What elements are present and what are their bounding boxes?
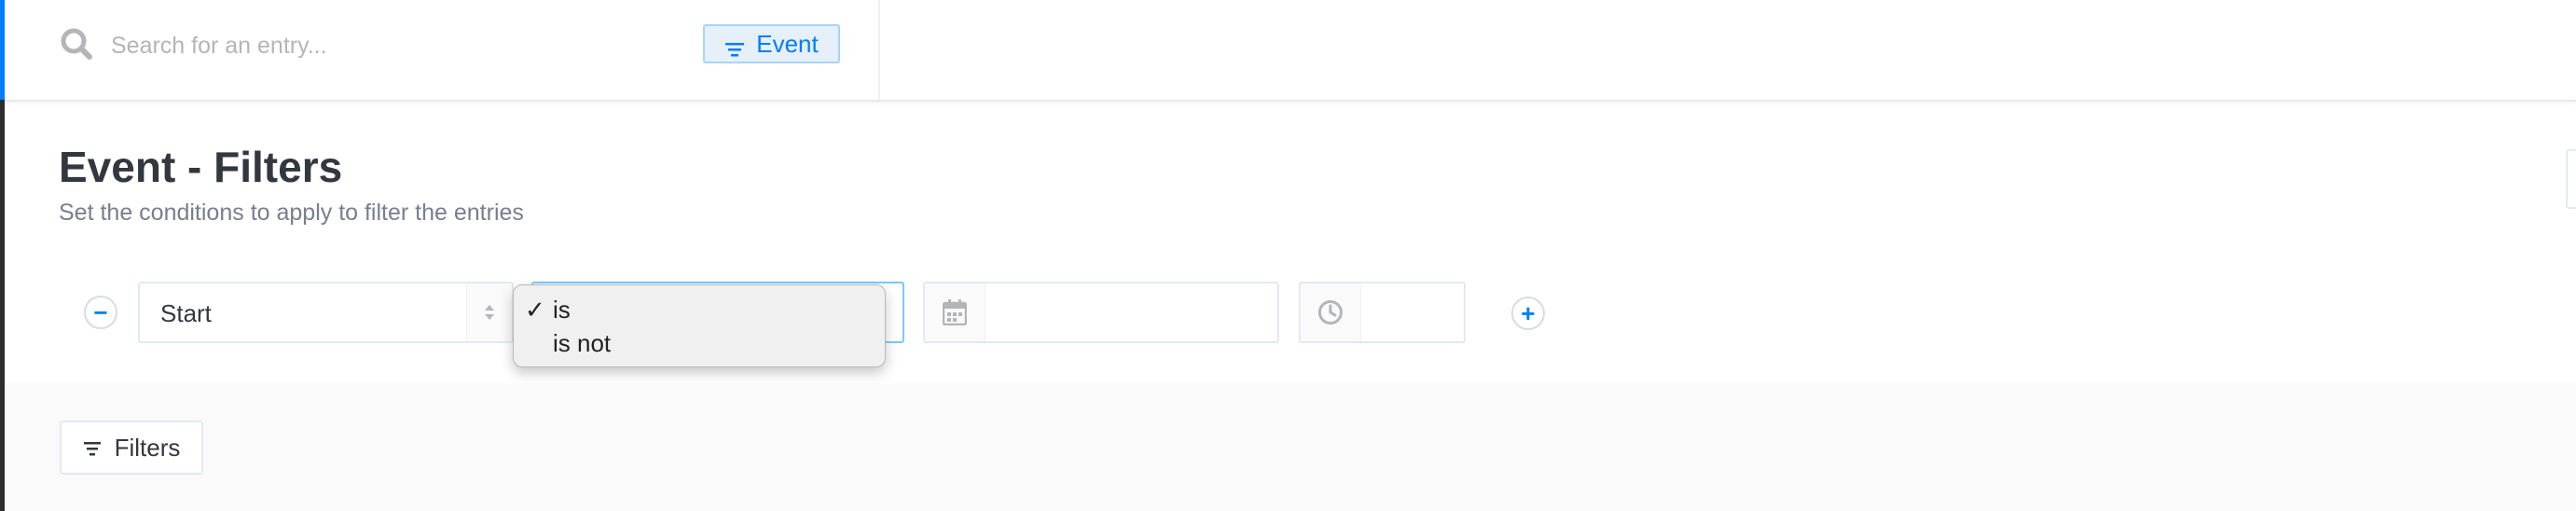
filter-row: − Start + xyxy=(0,280,2576,345)
filter-lines-icon xyxy=(724,35,745,57)
minus-icon: − xyxy=(93,298,108,326)
field-select-value: Start xyxy=(160,299,212,327)
check-icon: ✓ xyxy=(525,296,545,324)
page-title: Event - Filters xyxy=(59,143,343,191)
right-edge-button[interactable] xyxy=(2566,149,2576,209)
remove-filter-button[interactable]: − xyxy=(84,296,117,329)
event-chip-label: Event xyxy=(756,29,819,58)
dropdown-option-is[interactable]: ✓ is xyxy=(514,293,885,326)
search-input[interactable] xyxy=(109,26,672,65)
content-area xyxy=(5,383,2576,511)
date-input[interactable] xyxy=(923,282,1279,343)
event-filter-chip[interactable]: Event xyxy=(703,24,840,63)
time-input[interactable] xyxy=(1299,282,1466,343)
filter-lines-icon xyxy=(83,434,102,463)
operator-dropdown-menu: ✓ is is not xyxy=(513,284,886,367)
add-filter-button[interactable]: + xyxy=(1511,297,1545,330)
plus-icon: + xyxy=(1521,299,1536,327)
dropdown-option-is-not[interactable]: is not xyxy=(514,326,885,360)
option-label: is not xyxy=(553,329,612,357)
sort-arrows-icon xyxy=(466,283,512,341)
calendar-icon xyxy=(925,283,985,341)
clock-icon xyxy=(1301,283,1361,341)
filters-button-label: Filters xyxy=(114,433,181,462)
option-label: is xyxy=(553,296,571,324)
filters-button[interactable]: Filters xyxy=(60,421,203,475)
top-header: Event xyxy=(5,0,2576,102)
search-icon xyxy=(59,26,96,63)
field-select[interactable]: Start xyxy=(138,282,514,343)
search-bar: Event xyxy=(5,0,880,100)
page-subtitle: Set the conditions to apply to filter th… xyxy=(59,200,524,226)
